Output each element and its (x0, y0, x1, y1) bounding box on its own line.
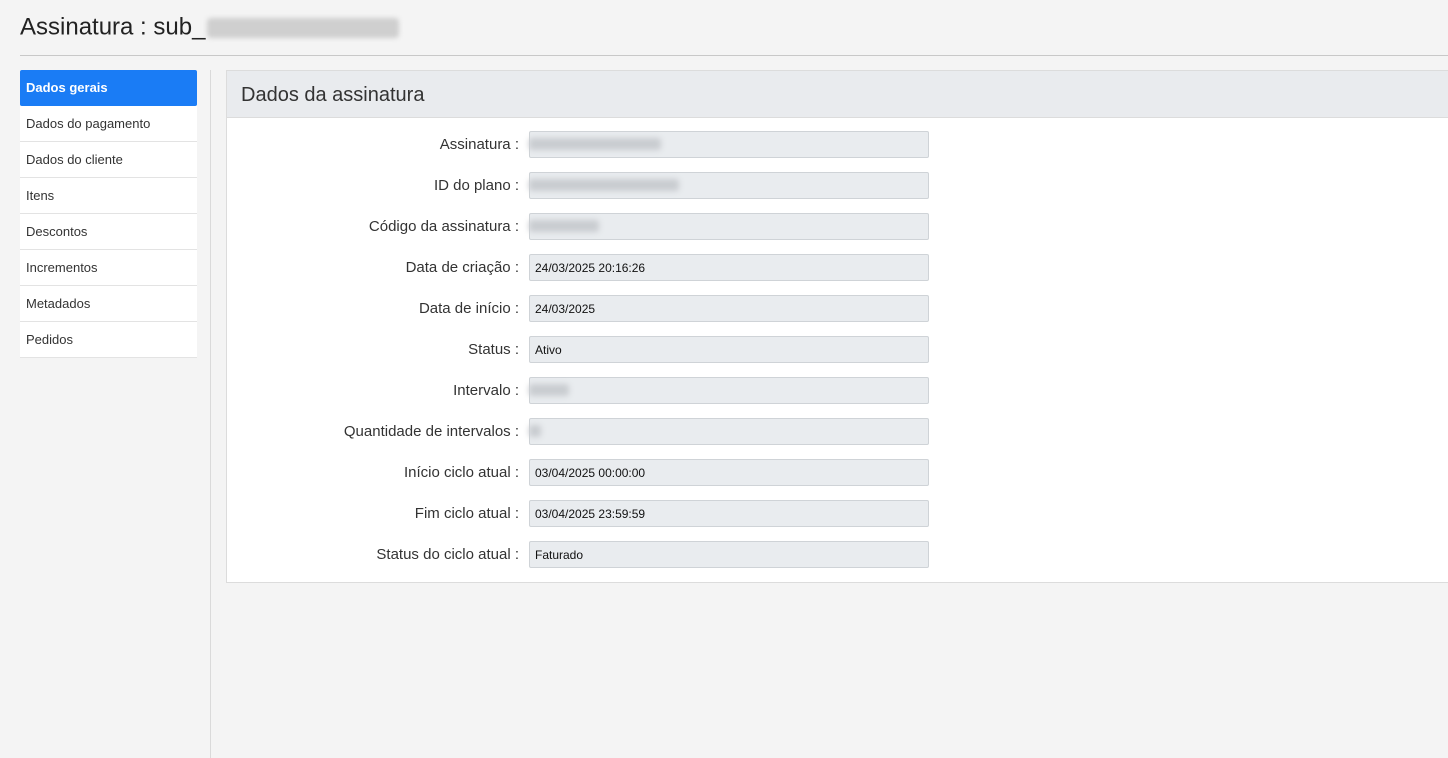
field-row-data-de-inicio: Data de início : (227, 295, 947, 322)
field-input-quantidade-de-intervalos[interactable] (529, 418, 929, 445)
vertical-divider (210, 70, 211, 758)
field-row-assinatura: Assinatura : (227, 131, 947, 158)
redacted-value (529, 179, 679, 191)
field-row-codigo-da-assinatura: Código da assinatura : (227, 213, 947, 240)
field-label-fim-ciclo-atual: Fim ciclo atual : (414, 505, 519, 522)
subscription-details-card: Dados da assinatura Assinatura : ID do p… (226, 70, 1448, 583)
sidebar-nav: Dados gerais Dados do pagamento Dados do… (20, 70, 197, 358)
field-input-status[interactable] (529, 336, 929, 363)
redacted-value (529, 384, 569, 396)
sidebar-item-descontos[interactable]: Descontos (20, 214, 197, 250)
page-title: Assinatura : sub_ (20, 13, 400, 42)
card-title: Dados da assinatura (227, 71, 1448, 118)
field-row-status-do-ciclo-atual: Status do ciclo atual : (227, 541, 947, 568)
field-label-codigo-da-assinatura: Código da assinatura : (368, 218, 519, 235)
page-title-prefix: Assinatura : sub_ (20, 13, 206, 41)
page-header: Assinatura : sub_ (20, 0, 1448, 56)
field-input-data-de-inicio[interactable] (529, 295, 929, 322)
field-input-intervalo[interactable] (529, 377, 929, 404)
redacted-value (529, 220, 599, 232)
sidebar-item-dados-do-cliente[interactable]: Dados do cliente (20, 142, 197, 178)
redacted-subscription-id (207, 17, 400, 38)
field-label-status: Status : (468, 341, 519, 358)
field-input-data-de-criacao[interactable] (529, 254, 929, 281)
redacted-value (529, 425, 541, 437)
field-input-status-do-ciclo-atual[interactable] (529, 541, 929, 568)
sidebar-item-dados-do-pagamento[interactable]: Dados do pagamento (20, 106, 197, 142)
sidebar-item-incrementos[interactable]: Incrementos (20, 250, 197, 286)
field-row-inicio-ciclo-atual: Início ciclo atual : (227, 459, 947, 486)
field-row-quantidade-de-intervalos: Quantidade de intervalos : (227, 418, 947, 445)
sidebar-item-itens[interactable]: Itens (20, 178, 197, 214)
field-label-status-do-ciclo-atual: Status do ciclo atual : (376, 546, 519, 563)
sidebar-item-dados-gerais[interactable]: Dados gerais (20, 70, 197, 106)
field-row-intervalo: Intervalo : (227, 377, 947, 404)
field-row-status: Status : (227, 336, 947, 363)
sidebar-item-metadados[interactable]: Metadados (20, 286, 197, 322)
field-label-assinatura: Assinatura : (439, 136, 519, 153)
field-input-fim-ciclo-atual[interactable] (529, 500, 929, 527)
redacted-value (529, 138, 661, 150)
field-row-id-do-plano: ID do plano : (227, 172, 947, 199)
sidebar-item-pedidos[interactable]: Pedidos (20, 322, 197, 358)
field-label-data-de-inicio: Data de início : (418, 300, 519, 317)
field-label-intervalo: Intervalo : (453, 382, 519, 399)
field-row-data-de-criacao: Data de criação : (227, 254, 947, 281)
field-label-id-do-plano: ID do plano : (433, 177, 519, 194)
field-label-data-de-criacao: Data de criação : (405, 259, 519, 276)
field-input-inicio-ciclo-atual[interactable] (529, 459, 929, 486)
field-row-fim-ciclo-atual: Fim ciclo atual : (227, 500, 947, 527)
field-label-inicio-ciclo-atual: Início ciclo atual : (403, 464, 519, 481)
field-label-quantidade-de-intervalos: Quantidade de intervalos : (343, 423, 519, 440)
